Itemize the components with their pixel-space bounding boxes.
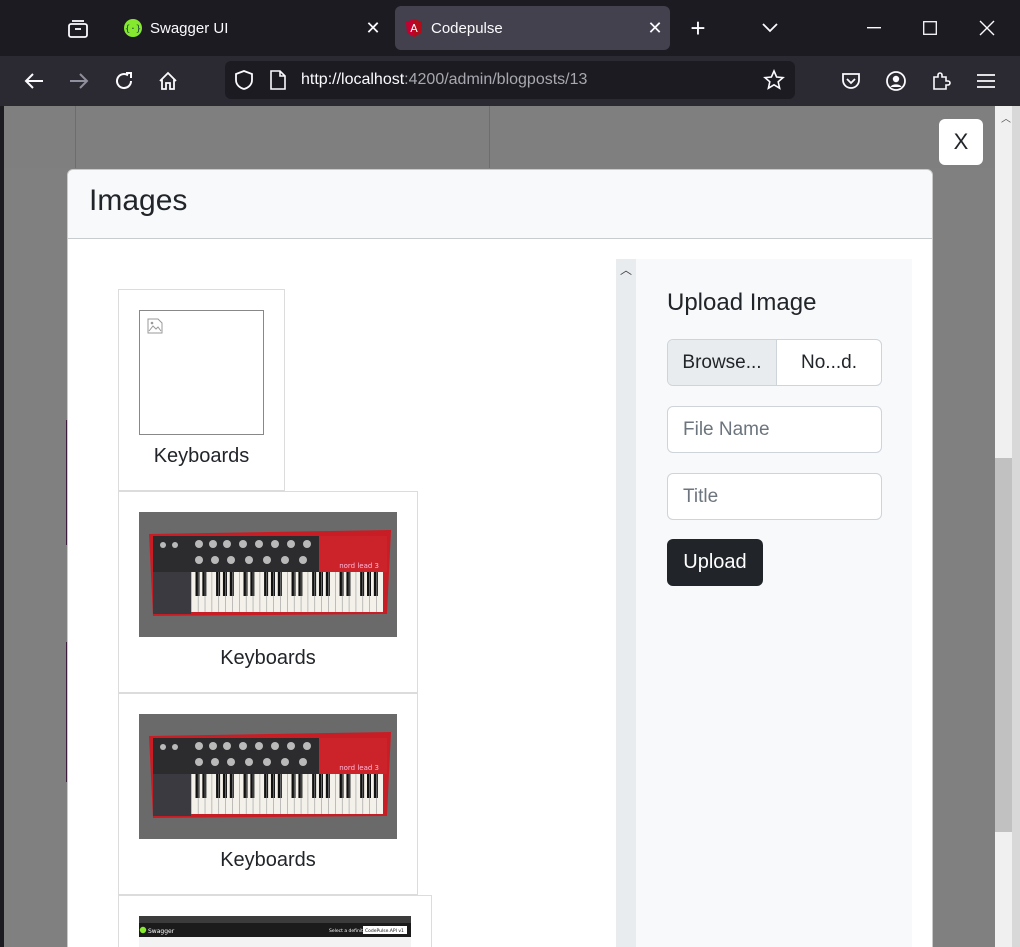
svg-text:A: A [410,22,418,35]
reload-icon[interactable] [109,66,139,96]
menu-hamburger-icon[interactable] [971,66,1001,96]
scroll-up-arrow-icon[interactable]: ︿ [620,261,632,278]
modal-header: Images [68,170,932,239]
browse-button[interactable]: Browse... [668,340,777,385]
image-thumbnail[interactable] [139,310,264,435]
swagger-select-value: CodePulse.API v1 [365,928,404,934]
angular-favicon-icon: A [406,19,422,37]
account-icon[interactable] [881,66,911,96]
swagger-screenshot: Swagger Select a definition CodePulse.AP… [139,916,411,947]
close-tab-icon[interactable]: ✕ [358,18,388,39]
background-table [4,106,994,168]
image-thumbnail[interactable]: Swagger Select a definition CodePulse.AP… [139,916,411,947]
swagger-brand: Swagger [148,928,175,935]
close-window-icon[interactable] [971,12,1003,44]
upload-panel: ︿ Upload Image Browse... No...d. Upload [616,259,912,947]
keyboard-photo: nord lead 3 [139,512,397,637]
scroll-up-arrow-icon[interactable]: ︿ [1001,110,1011,125]
url-text[interactable]: http://localhost:4200/admin/blogposts/13 [301,71,587,89]
page-viewport: X Images Keyboards nord lead 3 Keyboards… [4,106,1016,947]
broken-image [139,310,264,435]
url-host: http://localhost [301,71,405,88]
navigation-toolbar: http://localhost:4200/admin/blogposts/13 [0,56,1020,106]
image-thumbnail[interactable]: nord lead 3 [139,512,397,642]
bookmark-star-icon[interactable] [763,68,785,96]
url-path: :4200/admin/blogposts/13 [404,71,588,88]
address-bar[interactable]: http://localhost:4200/admin/blogposts/13 [225,61,795,99]
image-thumbnail[interactable]: nord lead 3 [139,714,397,844]
image-card[interactable]: nord lead 3 Keyboards [118,693,418,895]
tab-overview-icon[interactable] [60,12,96,46]
image-card[interactable]: nord lead 3 Keyboards [118,491,418,693]
tab-swagger-ui[interactable]: {·} Swagger UI ✕ [114,6,388,50]
image-caption: Keyboards [220,647,316,669]
back-arrow-icon[interactable] [19,66,49,96]
image-card[interactable]: Swagger Select a definition CodePulse.AP… [118,895,432,947]
image-caption: Keyboards [153,445,250,467]
upload-title: Upload Image [667,289,817,316]
forward-arrow-icon[interactable] [64,66,94,96]
keyboard-brand-text: nord lead 3 [339,562,379,570]
background-divider [489,106,490,168]
keyboard-photo: nord lead 3 [139,714,397,839]
keyboard-brand-text: nord lead 3 [339,764,379,772]
svg-text:{·}: {·} [125,25,141,35]
upload-button[interactable]: Upload [667,539,763,586]
close-tab-icon[interactable]: ✕ [640,18,670,39]
pocket-icon[interactable] [836,66,866,96]
title-input[interactable] [667,473,882,520]
shield-icon[interactable] [233,69,255,96]
maximize-icon[interactable] [914,12,946,44]
background-divider [75,106,76,168]
file-name-input[interactable] [667,406,882,453]
broken-image-icon [147,318,163,334]
modal-title: Images [89,184,188,217]
swagger-favicon-icon: {·} [124,19,142,37]
extensions-icon[interactable] [926,66,956,96]
tab-title: Swagger UI [150,19,229,37]
home-icon[interactable] [153,66,183,96]
close-modal-button[interactable]: X [939,119,983,165]
image-caption: Keyboards [220,849,316,871]
tab-title: Codepulse [431,19,503,37]
list-all-tabs-chevron-icon[interactable] [756,14,784,42]
page-icon[interactable] [269,70,287,95]
window-edge [1012,106,1020,947]
image-card[interactable]: Keyboards [118,289,285,491]
file-input[interactable]: Browse... No...d. [667,339,882,386]
new-tab-icon[interactable]: + [684,12,712,44]
panel-scroll-strip[interactable]: ︿ [616,259,636,947]
tab-bar: {·} Swagger UI ✕ A Codepulse ✕ + [0,0,1020,56]
tab-codepulse[interactable]: A Codepulse ✕ [395,6,670,50]
file-status: No...d. [801,351,857,373]
minimize-icon[interactable] [858,12,890,44]
images-modal: Images Keyboards nord lead 3 Keyboards n… [67,169,933,947]
